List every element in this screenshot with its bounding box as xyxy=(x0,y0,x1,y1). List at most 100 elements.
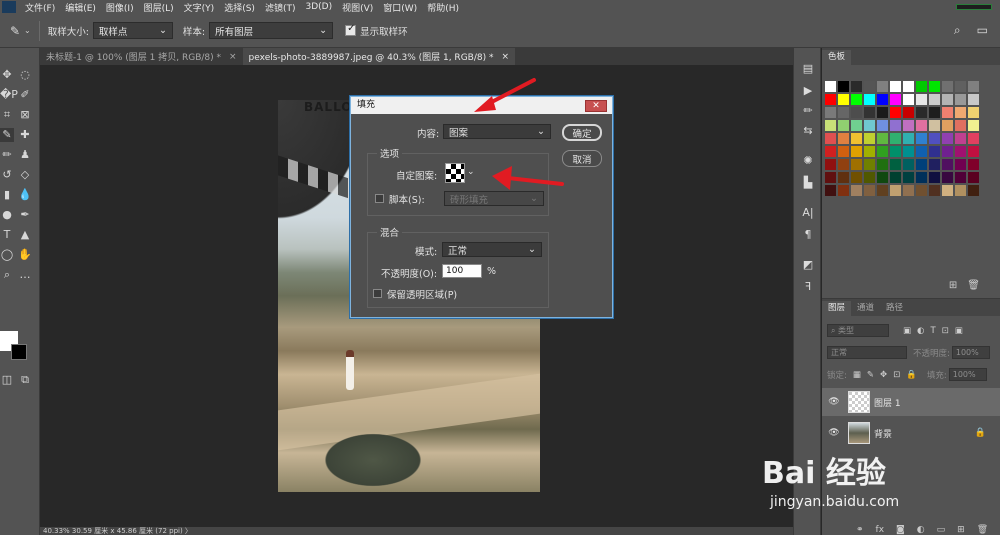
color-swatch[interactable] xyxy=(890,172,901,183)
color-swatch[interactable] xyxy=(929,94,940,105)
color-swatch[interactable] xyxy=(942,120,953,131)
color-swatch[interactable] xyxy=(864,159,875,170)
healing-brush-icon[interactable]: ✚ xyxy=(18,128,32,142)
color-swatch[interactable] xyxy=(929,133,940,144)
pattern-picker[interactable] xyxy=(445,163,465,183)
color-swatch[interactable] xyxy=(825,120,836,131)
opacity-input[interactable]: 100 xyxy=(442,264,482,278)
workspace-icon[interactable]: ▭ xyxy=(977,23,988,38)
fill-field[interactable]: 100% xyxy=(948,368,987,381)
menu-type[interactable]: 文字(Y) xyxy=(179,1,220,14)
tab-paths[interactable]: 路径 xyxy=(880,301,909,316)
layer-row-layer1[interactable]: 👁 图层 1 xyxy=(822,388,1000,416)
trash-icon[interactable]: 🗑 xyxy=(967,280,980,291)
character-icon[interactable]: A| xyxy=(800,206,816,220)
color-swatch[interactable] xyxy=(955,159,966,170)
color-swatch[interactable] xyxy=(968,159,979,170)
mask-icon[interactable]: ◙ xyxy=(896,525,905,535)
color-swatch[interactable] xyxy=(903,185,914,196)
color-swatch[interactable] xyxy=(916,159,927,170)
zoom-tool-icon[interactable]: ⌕ xyxy=(0,268,14,282)
shape-tool-icon[interactable]: ◯ xyxy=(0,248,14,262)
color-swatch[interactable] xyxy=(851,81,862,92)
color-swatch[interactable] xyxy=(851,120,862,131)
color-swatch[interactable] xyxy=(968,146,979,157)
color-swatch[interactable] xyxy=(955,94,966,105)
sun-icon[interactable]: ✺ xyxy=(800,154,816,168)
color-swatch[interactable] xyxy=(968,94,979,105)
frame-tool-icon[interactable]: ⊠ xyxy=(18,108,32,122)
gradient-tool-icon[interactable]: ▮ xyxy=(0,188,14,202)
color-swatch[interactable] xyxy=(838,159,849,170)
eyedropper-icon[interactable]: ✎ xyxy=(6,24,24,38)
color-swatch[interactable] xyxy=(955,146,966,157)
preserve-transparency-checkbox[interactable] xyxy=(373,289,382,298)
color-swatch[interactable] xyxy=(890,107,901,118)
color-swatch[interactable] xyxy=(955,133,966,144)
color-swatch[interactable] xyxy=(825,146,836,157)
color-swatch[interactable] xyxy=(864,94,875,105)
color-swatch[interactable] xyxy=(877,107,888,118)
tab-channels[interactable]: 通道 xyxy=(851,301,880,316)
trash-icon[interactable]: 🗑 xyxy=(977,525,988,535)
more-tools-icon[interactable]: … xyxy=(18,268,32,282)
sample-select[interactable]: 所有图层 ⌄ xyxy=(209,22,334,39)
link-icon[interactable]: ⚭ xyxy=(856,525,864,535)
menu-select[interactable]: 选择(S) xyxy=(219,1,260,14)
opacity-field[interactable]: 100% xyxy=(951,346,990,359)
tab-untitled-1[interactable]: 未标题-1 @ 100% (图层 1 拷贝, RGB/8) * × xyxy=(40,48,243,65)
adjustments-icon[interactable]: ⇆ xyxy=(800,124,816,138)
color-swatch[interactable] xyxy=(864,185,875,196)
color-swatch[interactable] xyxy=(825,185,836,196)
color-swatch[interactable] xyxy=(877,185,888,196)
color-swatch[interactable] xyxy=(916,146,927,157)
mode-select[interactable]: 正常 ⌄ xyxy=(442,242,542,257)
color-swatch[interactable] xyxy=(838,120,849,131)
color-swatch[interactable] xyxy=(916,185,927,196)
color-swatch[interactable] xyxy=(903,159,914,170)
color-swatch[interactable] xyxy=(968,133,979,144)
color-swatch[interactable] xyxy=(864,146,875,157)
cancel-button[interactable]: 取消 xyxy=(562,150,602,167)
color-swatch[interactable] xyxy=(877,94,888,105)
color-swatch[interactable] xyxy=(929,185,940,196)
quick-select-tool-icon[interactable]: ✐ xyxy=(18,88,32,102)
color-swatch[interactable] xyxy=(890,146,901,157)
color-swatch[interactable] xyxy=(864,133,875,144)
type-tool-icon[interactable]: T xyxy=(0,228,14,242)
color-swatch[interactable] xyxy=(851,159,862,170)
hand-tool-icon[interactable]: ✋ xyxy=(18,248,32,262)
eye-icon[interactable]: 👁 xyxy=(826,397,842,407)
color-swatch[interactable] xyxy=(838,185,849,196)
layer-row-background[interactable]: 👁 背景 🔒 xyxy=(822,419,1000,447)
color-swatch[interactable] xyxy=(851,172,862,183)
color-swatch[interactable] xyxy=(929,146,940,157)
color-swatch[interactable] xyxy=(890,133,901,144)
color-swatch[interactable] xyxy=(942,159,953,170)
kind-filter-select[interactable]: ⌕ 类型 xyxy=(827,324,889,337)
color-swatch[interactable] xyxy=(825,172,836,183)
color-swatch[interactable] xyxy=(955,81,966,92)
dodge-tool-icon[interactable]: ● xyxy=(0,208,14,222)
color-swatch[interactable] xyxy=(942,94,953,105)
color-swatch[interactable] xyxy=(825,159,836,170)
content-select[interactable]: 图案 ⌄ xyxy=(443,124,551,139)
color-swatch[interactable] xyxy=(942,107,953,118)
color-swatch[interactable] xyxy=(877,159,888,170)
brush-tool-icon[interactable]: ✏ xyxy=(0,148,14,162)
menu-window[interactable]: 窗口(W) xyxy=(378,1,422,14)
color-swatch[interactable] xyxy=(851,94,862,105)
color-swatch[interactable] xyxy=(877,81,888,92)
show-ring-option[interactable]: 显示取样环 xyxy=(345,23,412,38)
color-swatch[interactable] xyxy=(916,172,927,183)
color-swatch[interactable] xyxy=(903,133,914,144)
color-swatch[interactable] xyxy=(851,133,862,144)
color-swatch[interactable] xyxy=(929,120,940,131)
color-swatch[interactable] xyxy=(968,107,979,118)
color-swatch[interactable] xyxy=(890,159,901,170)
color-swatch[interactable] xyxy=(942,172,953,183)
new-layer-icon[interactable]: ⊞ xyxy=(957,525,965,535)
color-swatch[interactable] xyxy=(903,94,914,105)
color-swatch[interactable] xyxy=(916,81,927,92)
history-panel-icon[interactable]: ▤ xyxy=(800,62,816,76)
